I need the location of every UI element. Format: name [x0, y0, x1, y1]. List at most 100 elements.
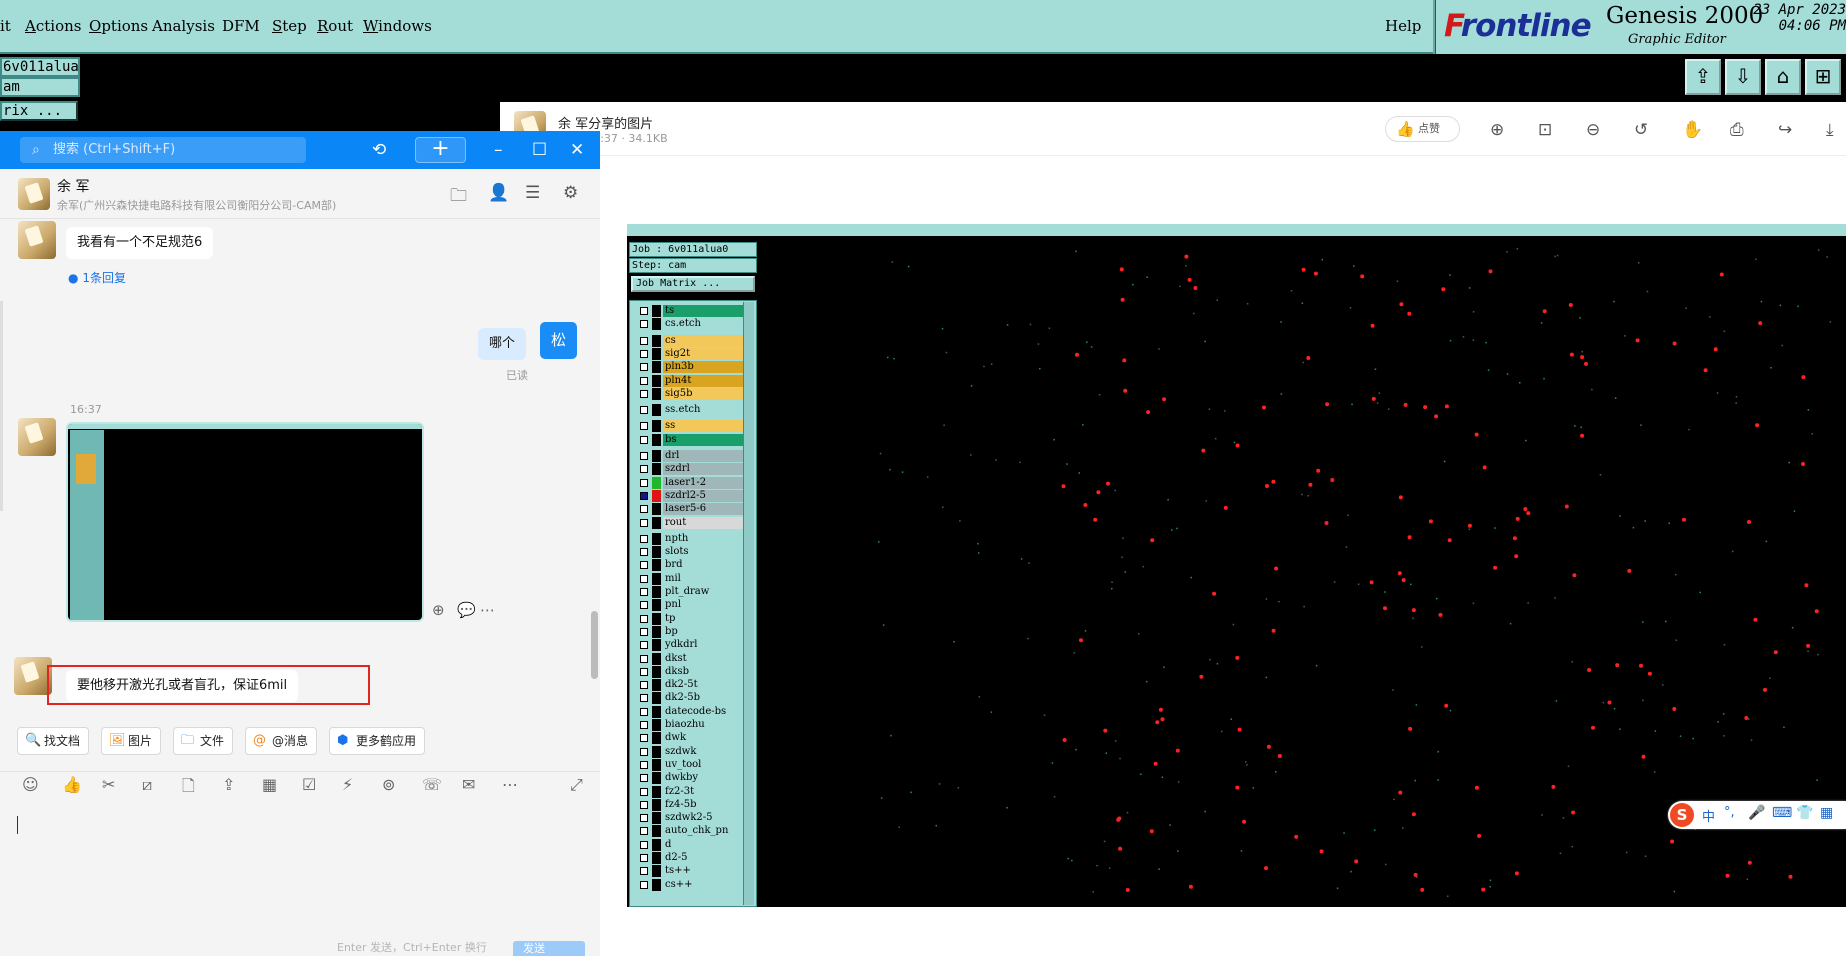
layer-row[interactable]: cs.etch — [632, 318, 746, 331]
send-button[interactable]: 发送 — [513, 941, 585, 956]
settings-icon[interactable]: ⚙ — [563, 183, 578, 203]
folder-icon[interactable]: 🗀 — [450, 183, 467, 212]
phone-icon[interactable]: ☏ — [422, 775, 442, 794]
layer-checkbox[interactable] — [640, 774, 648, 783]
add-button[interactable]: + — [415, 137, 466, 163]
layer-checkbox[interactable] — [640, 422, 648, 431]
ime-mode[interactable]: 中 — [1702, 806, 1715, 825]
contact-name[interactable]: 余 军 — [57, 176, 89, 196]
hand-icon[interactable]: ✋ — [1682, 120, 1703, 140]
layer-row[interactable]: tp — [632, 612, 746, 625]
zoom-out-icon[interactable]: ⊖ — [1586, 120, 1600, 140]
like-icon[interactable]: 👍 — [62, 775, 82, 794]
layer-checkbox[interactable] — [640, 760, 648, 769]
add-member-icon[interactable]: 👤 — [488, 183, 509, 203]
layer-checkbox[interactable] — [640, 491, 648, 500]
layer-checkbox[interactable] — [640, 561, 648, 570]
calendar-icon[interactable]: ▦ — [262, 775, 277, 794]
scissors-icon[interactable]: ✂ — [102, 775, 115, 794]
layer-row[interactable]: sig2t — [632, 347, 746, 360]
layer-checkbox[interactable] — [640, 627, 648, 636]
layer-checkbox[interactable] — [640, 363, 648, 372]
layer-checkbox[interactable] — [640, 452, 648, 460]
file-button[interactable]: 🗀 文件 — [173, 727, 234, 755]
lightning-icon[interactable]: ⚡ — [342, 775, 353, 794]
layer-checkbox[interactable] — [640, 814, 648, 823]
layer-row[interactable]: pln4t — [632, 374, 746, 387]
slash-command-icon[interactable]: ⧄ — [142, 775, 152, 795]
message-input[interactable] — [0, 806, 600, 946]
more-tools-icon[interactable]: ⋯ — [502, 775, 518, 794]
layer-row[interactable]: dwkby — [632, 772, 746, 785]
maximize-icon[interactable]: ☐ — [532, 139, 547, 161]
layer-row[interactable]: laser1-2 — [632, 476, 746, 489]
upload-icon[interactable]: ⇪ — [222, 775, 235, 794]
menu-dfm[interactable]: DFM — [222, 17, 260, 35]
layer-checkbox[interactable] — [640, 435, 648, 444]
layer-checkbox[interactable] — [640, 406, 648, 415]
layer-checkbox[interactable] — [640, 681, 648, 690]
minimize-icon[interactable]: – — [494, 139, 503, 161]
layer-checkbox[interactable] — [640, 548, 648, 557]
layer-checkbox[interactable] — [640, 478, 648, 487]
menu-options[interactable]: Options — [89, 17, 148, 35]
layer-checkbox[interactable] — [640, 614, 648, 623]
layer-row[interactable]: ss.etch — [632, 404, 746, 417]
layer-checkbox[interactable] — [640, 389, 648, 398]
share-icon[interactable]: ↪ — [1778, 120, 1792, 140]
layer-checkbox[interactable] — [640, 518, 648, 527]
layer-row[interactable]: dk2-5t — [632, 679, 746, 692]
reply-link[interactable]: ● 1条回复 — [68, 269, 126, 286]
layer-row[interactable]: d2-5 — [632, 852, 746, 864]
emoji-icon[interactable]: ☺ — [22, 775, 39, 794]
layer-checkbox[interactable] — [640, 534, 648, 543]
layer-row[interactable]: dksb — [632, 665, 746, 678]
layer-row[interactable]: bp — [632, 625, 746, 638]
layer-row[interactable]: szdrl — [632, 463, 746, 476]
more-apps-button[interactable]: ⬢ 更多鹤应用 — [329, 727, 426, 755]
microphone-icon[interactable]: 🎤 — [1748, 805, 1765, 821]
zoom-in-icon[interactable]: ⊕ — [1490, 120, 1504, 140]
chat-scrollbar[interactable] — [591, 611, 598, 679]
layer-row[interactable]: drl — [632, 450, 746, 462]
message-avatar[interactable] — [18, 418, 56, 456]
layer-checkbox[interactable] — [640, 376, 648, 385]
print-icon[interactable]: ⎙ — [1730, 120, 1744, 140]
expand-icon[interactable]: ⤢ — [570, 775, 583, 795]
own-avatar[interactable]: 松 — [540, 322, 577, 359]
layer-row[interactable]: datecode-bs — [632, 705, 746, 718]
layer-row[interactable]: szdwk2-5 — [632, 812, 746, 825]
layer-row[interactable]: bs — [632, 433, 746, 446]
layer-checkbox[interactable] — [640, 800, 648, 809]
layer-checkbox[interactable] — [640, 840, 648, 849]
find-doc-button[interactable]: 🔍 找文档 — [17, 727, 90, 755]
image-button[interactable]: 🖼 图片 — [101, 727, 162, 755]
task-icon[interactable]: ☑ — [302, 775, 316, 794]
layer-checkbox[interactable] — [640, 854, 648, 862]
search-history-icon[interactable]: ☰ — [525, 183, 540, 203]
layer-checkbox[interactable] — [640, 574, 648, 583]
layer-row[interactable]: auto_chk_pn — [632, 825, 746, 838]
job-matrix-button[interactable]: rix ... — [0, 101, 78, 121]
layer-row[interactable]: dwk — [632, 732, 746, 745]
layer-checkbox[interactable] — [640, 654, 648, 663]
zoom-icon[interactable]: ⊕ — [432, 601, 445, 619]
layer-checkbox[interactable] — [640, 827, 648, 836]
layer-row[interactable]: ydkdrl — [632, 639, 746, 652]
menu-edit[interactable]: it — [0, 17, 11, 35]
layer-row[interactable]: cs — [632, 334, 746, 347]
layer-checkbox[interactable] — [640, 667, 648, 676]
layer-list-scrollbar[interactable] — [743, 302, 754, 905]
menu-actions[interactable]: Actions — [25, 17, 81, 35]
history-icon[interactable]: ⟲ — [372, 139, 386, 161]
open-icon[interactable]: ⇪ — [1685, 59, 1721, 95]
layer-row[interactable]: szdwk — [632, 745, 746, 758]
layer-row[interactable]: brd — [632, 559, 746, 572]
layer-checkbox[interactable] — [640, 641, 648, 650]
menu-step[interactable]: Step — [272, 17, 307, 35]
menu-rout[interactable]: Rout — [317, 17, 353, 35]
image-message-thumbnail[interactable] — [66, 422, 424, 622]
layer-row[interactable]: fz4-5b — [632, 798, 746, 811]
layer-row[interactable]: szdrl2-5 — [632, 489, 746, 502]
layer-checkbox[interactable] — [640, 721, 648, 729]
